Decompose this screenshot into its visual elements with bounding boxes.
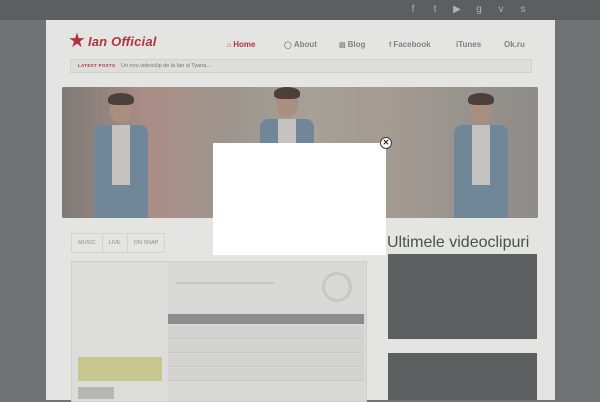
sidebar-title: Ultimele videoclipuri — [387, 234, 530, 251]
nav-label: Home — [233, 40, 256, 49]
nav-label: Facebook — [393, 40, 431, 49]
logo-text: Ian Official — [87, 33, 157, 49]
nav-label: Ok.ru — [504, 40, 525, 49]
youtube-icon[interactable]: ▶ — [446, 2, 468, 18]
nav-label: About — [293, 40, 317, 49]
home-icon: ⌂ — [227, 42, 232, 49]
blog-icon: ▤ — [339, 42, 346, 49]
panel-row — [168, 326, 364, 339]
ticker-text[interactable]: Un nou videoclip de la Ian și Tyana... — [121, 60, 211, 72]
tab-music[interactable]: MUSIC — [71, 233, 103, 253]
panel-header-bar — [168, 314, 364, 324]
twitter-icon[interactable]: t — [424, 2, 446, 18]
panel-highlight-block — [78, 357, 162, 381]
nav-home[interactable]: ⌂ Home — [227, 38, 255, 52]
video-thumbnail[interactable] — [388, 254, 537, 339]
skype-icon[interactable]: s — [512, 2, 534, 18]
facebook-icon: f — [389, 42, 392, 49]
site-logo[interactable]: ★ Ian Official — [68, 31, 157, 51]
tab-on-snap[interactable]: ON SNAP — [126, 233, 166, 253]
panel-thumb — [78, 387, 114, 399]
nav-okru[interactable]: Ok.ru — [504, 38, 525, 52]
panel-row — [168, 340, 364, 353]
banner-photo-left — [92, 93, 150, 218]
content-tabs: MUSIC LIVE ON SNAP — [71, 233, 166, 253]
nav-facebook[interactable]: f Facebook — [389, 38, 431, 52]
popup-modal[interactable] — [213, 143, 386, 255]
top-bar: f t ▶ g v s — [0, 0, 600, 20]
vk-icon[interactable]: v — [490, 2, 512, 18]
banner-photo-right — [452, 93, 510, 218]
nav-about[interactable]: ◯ About — [284, 38, 317, 52]
panel-row — [168, 368, 364, 381]
user-icon: ◯ — [284, 42, 292, 49]
nav-blog[interactable]: ▤ Blog — [339, 38, 365, 52]
nav-label: iTunes — [456, 40, 482, 49]
nav-label: Blog — [347, 40, 366, 49]
panel-row — [168, 354, 364, 367]
star-icon: ★ — [68, 30, 86, 52]
panel-text-line — [176, 282, 274, 284]
close-icon[interactable]: ✕ — [380, 137, 392, 149]
latest-posts-ticker: LATEST POSTS Un nou videoclip de la Ian … — [70, 59, 532, 73]
tab-live[interactable]: LIVE — [101, 233, 128, 253]
nav-itunes[interactable]: iTunes — [456, 38, 481, 52]
embedded-content-panel — [71, 261, 367, 402]
video-thumbnail[interactable] — [388, 353, 537, 400]
ticker-label: LATEST POSTS — [78, 63, 116, 68]
facebook-icon[interactable]: f — [402, 2, 424, 18]
google-plus-icon[interactable]: g — [468, 2, 490, 18]
loading-spinner-icon — [322, 272, 352, 302]
social-links: f t ▶ g v s — [402, 2, 534, 18]
